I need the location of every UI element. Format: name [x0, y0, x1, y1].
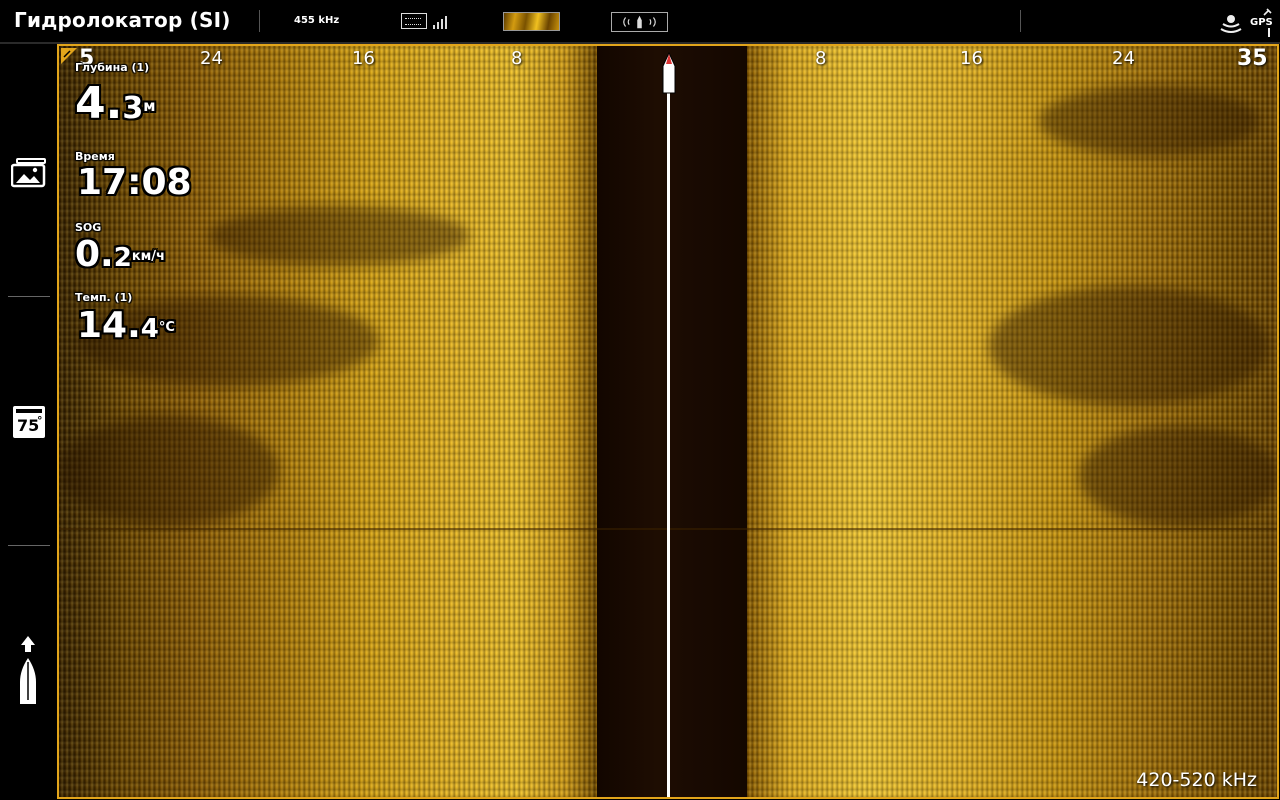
boat-position-icon [662, 52, 676, 94]
page-title: Гидролокатор (SI) [14, 8, 231, 32]
range-tick-left: 16 [352, 48, 375, 69]
depth-label: Глубина (1) [75, 61, 150, 74]
depth-unit: м [143, 97, 156, 115]
sonar-texture [747, 46, 1277, 797]
screenshot-gallery-icon[interactable] [11, 158, 47, 188]
temperature-readout[interactable]: 14.4°C [77, 305, 175, 350]
status-bar: Гидролокатор (SI) 455 kHz GPS [0, 0, 1280, 44]
sonar-ping-icon [1220, 15, 1242, 33]
depth-value-decimal: 3 [122, 91, 144, 126]
temperature-badge-value: 75 [17, 416, 40, 435]
structure-shadow [989, 286, 1269, 406]
temperature-value-int: 14. [77, 305, 141, 346]
left-sidebar: 75 ° [0, 44, 57, 800]
side-imaging-sonar-view[interactable]: 5 24 16 8 8 16 24 35 Глубина (1) 4.3м Вр… [57, 44, 1279, 799]
range-tick-left: 24 [200, 48, 223, 69]
side-imaging-transducer-icon[interactable] [611, 12, 668, 32]
divider [259, 10, 260, 32]
range-tick-right: 24 [1112, 48, 1135, 69]
boat-orientation-icon[interactable] [17, 636, 39, 706]
structure-shadow [59, 416, 279, 526]
sidebar-divider [8, 545, 50, 546]
frequency-indicator[interactable]: 455 kHz [294, 15, 339, 26]
time-readout[interactable]: 17:08 [77, 162, 192, 204]
sog-value-decimal: 2 [113, 243, 132, 273]
temperature-label: Темп. (1) [75, 291, 133, 304]
frequency-range-label: 420-520 kHz [1136, 769, 1257, 791]
depth-value-int: 4. [75, 78, 123, 129]
structure-shadow [209, 206, 469, 266]
water-lines-icon [16, 409, 42, 413]
gps-status[interactable]: GPS [1216, 8, 1278, 38]
signal-strength-icon [433, 16, 447, 29]
structure-shadow [1079, 426, 1277, 526]
boat-track-line [667, 90, 670, 797]
view-mode-icon[interactable] [401, 13, 427, 29]
structure-shadow [1039, 86, 1259, 156]
temperature-badge-degree: ° [37, 414, 43, 427]
temperature-unit: °C [158, 320, 175, 335]
gps-label: GPS [1250, 17, 1273, 28]
temperature-alarm-button[interactable]: 75 ° [13, 406, 45, 438]
color-palette-swatch[interactable] [503, 12, 560, 31]
sog-readout[interactable]: 0.2км/ч [75, 234, 165, 279]
sog-unit: км/ч [131, 249, 165, 264]
range-tick-left: 8 [511, 48, 523, 69]
divider [1020, 10, 1021, 32]
sog-value-int: 0. [75, 234, 114, 275]
sidebar-divider [8, 296, 50, 297]
depth-readout[interactable]: 4.3м [75, 80, 155, 133]
temperature-value-decimal: 4 [140, 314, 159, 344]
range-right-end: 35 [1237, 46, 1268, 71]
range-tick-right: 16 [960, 48, 983, 69]
gps-signal-bar [1268, 28, 1270, 37]
sog-label: SOG [75, 221, 102, 234]
water-column [597, 46, 747, 797]
range-tick-right: 8 [815, 48, 827, 69]
satellite-icon [1263, 8, 1272, 16]
